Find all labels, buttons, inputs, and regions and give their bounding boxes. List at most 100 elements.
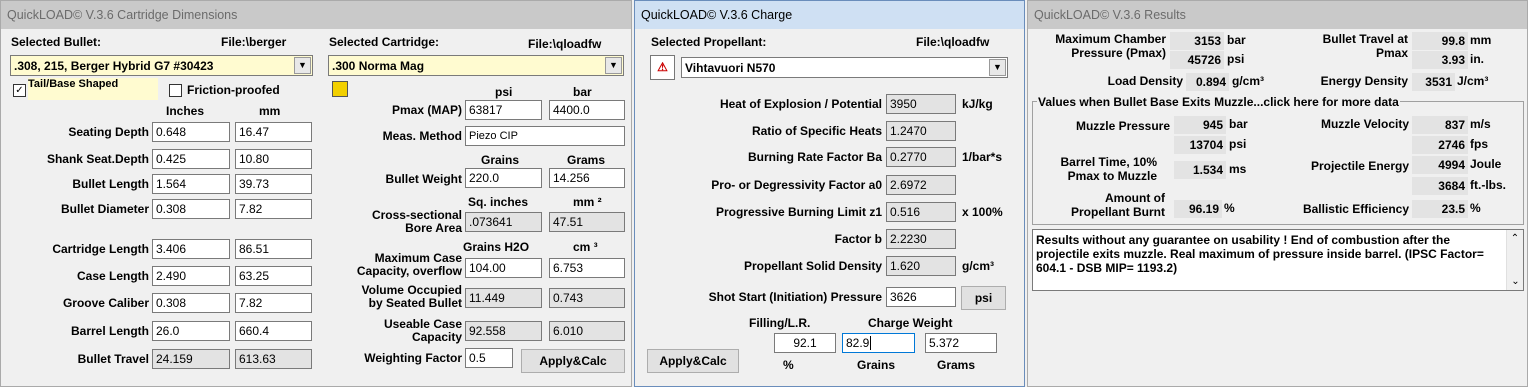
charge-grams-input[interactable]: 5.372 xyxy=(925,333,997,353)
cartridge-dimensions-window: QuickLOAD© V.3.6 Cartridge Dimensions Se… xyxy=(0,0,632,387)
tail-base-checkbox[interactable]: ✓ xyxy=(13,84,26,97)
dims-row-label: Shank Seat.Depth xyxy=(46,152,149,166)
chevron-down-icon[interactable]: ▼ xyxy=(294,57,311,74)
charge-row-value: 0.2770 xyxy=(886,147,956,167)
charge-apply-calc-button[interactable]: Apply&Calc xyxy=(647,349,739,373)
results-notes-textarea[interactable]: Results without any guarantee on usabili… xyxy=(1032,229,1524,291)
muzzle-values-group-caption[interactable]: Values when Bullet Base Exits Muzzle...c… xyxy=(1037,95,1400,109)
muzzle-velocity-ms-value: 837 xyxy=(1412,116,1468,134)
projectile-energy-ftlbs-value: 3684 xyxy=(1412,177,1468,195)
pmax-bar-input[interactable]: 4400.0 xyxy=(549,100,625,120)
dims-titlebar[interactable]: QuickLOAD© V.3.6 Cartridge Dimensions xyxy=(1,1,631,29)
dims-row-label: Bullet Length xyxy=(72,177,149,191)
psi-unit: psi xyxy=(1229,137,1247,151)
mm-unit: mm xyxy=(1470,33,1492,47)
max-case-cap-label-2: Capacity, overflow xyxy=(356,264,462,278)
bullet-weight-grams-input[interactable]: 14.256 xyxy=(549,168,625,188)
charge-row-unit: g/cm³ xyxy=(962,259,995,273)
volume-occupied-label-2: by Seated Bullet xyxy=(368,296,462,310)
useable-case-cap-grains-value: 92.558 xyxy=(465,321,542,341)
weighting-factor-input[interactable]: 0.5 xyxy=(465,348,513,368)
bore-area-label-1: Cross-sectional xyxy=(371,208,462,222)
charge-row-label: Progressive Burning Limit z1 xyxy=(715,205,882,219)
max-case-cap-grains-input[interactable]: 104.00 xyxy=(465,258,542,278)
dims-row-inches-input[interactable]: 0.425 xyxy=(152,149,230,169)
cartridge-select[interactable]: .300 Norma Mag ▼ xyxy=(328,55,624,76)
charge-titlebar[interactable]: QuickLOAD© V.3.6 Charge xyxy=(635,1,1024,29)
max-case-cap-cm3-input[interactable]: 6.753 xyxy=(549,258,625,278)
energy-density-label: Energy Density xyxy=(1320,74,1408,88)
bore-area-mm2-value: 47.51 xyxy=(549,212,625,232)
charge-row-value: 1.620 xyxy=(886,256,956,276)
ftlbs-unit: ft.-lbs. xyxy=(1470,178,1506,192)
charge-row-label: Burning Rate Factor Ba xyxy=(747,150,882,164)
amount-burnt-value: 96.19 xyxy=(1174,200,1222,218)
bullet-select-value: .308, 215, Berger Hybrid G7 #30423 xyxy=(14,59,214,73)
amount-burnt-label-2: Propellant Burnt xyxy=(1070,205,1165,219)
grains-header: Grains xyxy=(481,153,520,167)
dims-row-inches-input[interactable]: 0.308 xyxy=(152,293,230,313)
charge-weight-label: Charge Weight xyxy=(868,316,953,330)
propellant-select[interactable]: Vihtavuori N570 ▼ xyxy=(681,57,1008,78)
muzzle-pressure-bar-value: 945 xyxy=(1174,116,1226,134)
dims-apply-calc-button[interactable]: Apply&Calc xyxy=(521,349,625,373)
pmax-psi-input[interactable]: 63817 xyxy=(465,100,542,120)
filling-lr-input[interactable]: 92.1 xyxy=(774,333,836,353)
bullet-weight-label: Bullet Weight xyxy=(385,172,462,186)
barrel-time-value: 1.534 xyxy=(1174,161,1226,179)
dims-row-inches-input[interactable]: 26.0 xyxy=(152,321,230,341)
charge-row-value[interactable]: 3626 xyxy=(886,287,956,307)
useable-case-cap-cm3-value: 6.010 xyxy=(549,321,625,341)
muzzle-velocity-fps-value: 2746 xyxy=(1412,136,1468,154)
mm2-header: mm ² xyxy=(573,195,602,209)
chevron-down-icon[interactable]: ▼ xyxy=(989,59,1006,76)
friction-proofed-checkbox[interactable] xyxy=(169,84,182,97)
dims-row-mm-input[interactable]: 10.80 xyxy=(235,149,312,169)
dims-row-inches-input[interactable]: 1.564 xyxy=(152,174,230,194)
bullet-travel-pmax-label-2: Pmax xyxy=(1375,46,1408,60)
propellant-icon[interactable]: ⚠ xyxy=(650,55,675,80)
cartridge-select-value: .300 Norma Mag xyxy=(332,59,425,73)
chevron-down-icon[interactable]: ⌄ xyxy=(1507,273,1524,290)
charge-row-value: 1.2470 xyxy=(886,121,956,141)
muzzle-pressure-psi-value: 13704 xyxy=(1174,136,1226,154)
useable-case-cap-label-1: Useable Case xyxy=(383,317,462,331)
psi-unit: psi xyxy=(1227,52,1245,66)
bar-header: bar xyxy=(573,85,592,99)
volume-occupied-label-1: Volume Occupied xyxy=(361,283,462,297)
dims-row-label: Seating Depth xyxy=(68,125,149,139)
text-cursor xyxy=(870,336,872,350)
friction-proofed-label: Friction-proofed xyxy=(187,83,280,97)
results-titlebar[interactable]: QuickLOAD© V.3.6 Results xyxy=(1028,1,1527,29)
bullet-select[interactable]: .308, 215, Berger Hybrid G7 #30423 ▼ xyxy=(10,55,313,76)
bullet-travel-pmax-mm-value: 99.8 xyxy=(1412,32,1468,50)
propellant-file-label: File:\qloadfw xyxy=(916,35,990,49)
bullet-weight-grains-input[interactable]: 220.0 xyxy=(465,168,542,188)
dims-row-inches-input[interactable]: 3.406 xyxy=(152,239,230,259)
percent-unit: % xyxy=(1224,201,1235,215)
ms-time-unit: ms xyxy=(1229,162,1247,176)
chevron-up-icon[interactable]: ⌃ xyxy=(1507,230,1523,247)
dims-row-inches-input[interactable]: 0.648 xyxy=(152,122,230,142)
charge-row-unit: 1/bar*s xyxy=(962,150,1003,164)
shot-start-psi-button[interactable]: psi xyxy=(961,286,1006,310)
meas-method-label: Meas. Method xyxy=(382,129,462,143)
grains-h2o-header: Grains H2O xyxy=(463,240,530,254)
dims-row-inches-input[interactable]: 2.490 xyxy=(152,266,230,286)
bar-unit: bar xyxy=(1227,33,1246,47)
charge-row-value: 2.2230 xyxy=(886,229,956,249)
projectile-energy-joule-value: 4994 xyxy=(1412,156,1468,174)
useable-case-cap-label-2: Capacity xyxy=(411,330,462,344)
grams-header: Grams xyxy=(567,153,606,167)
chevron-down-icon[interactable]: ▼ xyxy=(605,57,622,74)
dims-row-inches-input[interactable]: 0.308 xyxy=(152,199,230,219)
pmax-bar-value: 3153 xyxy=(1170,32,1224,50)
meas-method-input[interactable]: Piezo CIP xyxy=(465,126,625,146)
psi-header: psi xyxy=(495,85,513,99)
bore-area-label-2: Bore Area xyxy=(405,221,462,235)
cartridge-icon[interactable] xyxy=(332,81,348,97)
charge-row-label: Pro- or Degressivity Factor a0 xyxy=(711,178,882,192)
sq-inches-header: Sq. inches xyxy=(468,195,529,209)
charge-grains-input[interactable]: 82.9 xyxy=(842,333,915,353)
scrollbar[interactable]: ⌃ ⌄ xyxy=(1506,230,1523,290)
